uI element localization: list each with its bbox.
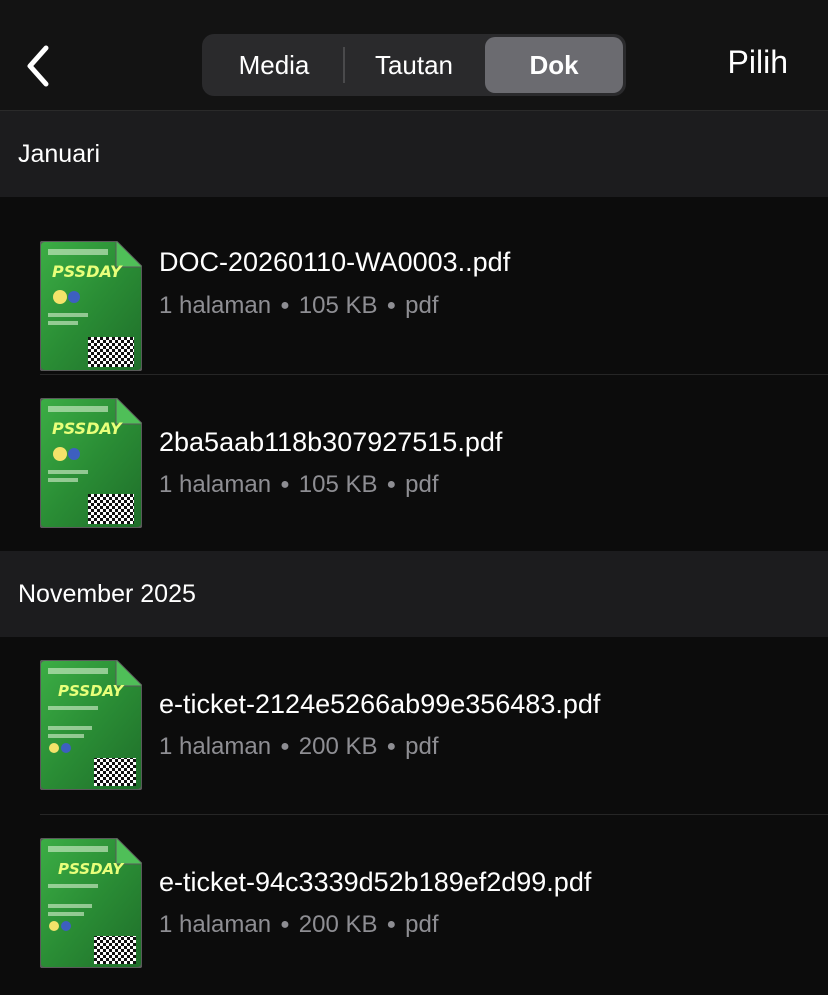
pdf-thumbnail: PSSDAY [40, 838, 142, 968]
file-meta: 1 halaman ● 105 KB ● pdf [159, 292, 439, 320]
file-type: pdf [405, 292, 439, 319]
thumbnail-label: PSSDAY [58, 682, 125, 700]
tab-tautan[interactable]: Tautan [345, 37, 483, 93]
document-item[interactable]: PSSDAY e-ticket-94c3339d52b189ef2d99.pdf… [0, 815, 828, 990]
meta-separator: ● [280, 297, 290, 314]
meta-separator: ● [280, 738, 290, 755]
file-meta: 1 halaman ● 200 KB ● pdf [159, 911, 439, 939]
file-size: 105 KB [298, 292, 378, 319]
back-button[interactable] [22, 44, 56, 88]
document-item[interactable]: PSSDAY DOC-20260110-WA0003..pdf 1 halama… [0, 197, 828, 374]
document-list: PSSDAY DOC-20260110-WA0003..pdf 1 halama… [0, 197, 828, 551]
page-count: 1 halaman [159, 733, 272, 760]
file-type: pdf [405, 733, 439, 760]
thumbnail-label: PSSDAY [52, 262, 123, 281]
top-bar: Media Tautan Dok Pilih [0, 0, 828, 111]
pdf-thumbnail: PSSDAY [40, 660, 142, 790]
meta-separator: ● [386, 297, 397, 314]
pdf-thumbnail: PSSDAY [40, 398, 142, 528]
file-type: pdf [405, 911, 439, 938]
segmented-control: Media Tautan Dok [202, 34, 626, 96]
document-list: PSSDAY e-ticket-2124e5266ab99e356483.pdf… [0, 637, 828, 990]
page-count: 1 halaman [159, 292, 272, 319]
file-meta: 1 halaman ● 105 KB ● pdf [159, 471, 439, 499]
file-size: 200 KB [298, 911, 378, 938]
file-name: e-ticket-2124e5266ab99e356483.pdf [159, 689, 601, 719]
pdf-thumbnail: PSSDAY [40, 241, 142, 371]
meta-separator: ● [386, 738, 397, 755]
meta-separator: ● [386, 916, 397, 933]
section-header-november-2025: November 2025 [0, 551, 828, 637]
chevron-left-icon [27, 45, 49, 87]
thumbnail-label: PSSDAY [52, 419, 123, 438]
document-item[interactable]: PSSDAY 2ba5aab118b307927515.pdf 1 halama… [0, 375, 828, 551]
meta-separator: ● [280, 916, 290, 933]
file-name: DOC-20260110-WA0003..pdf [159, 247, 511, 277]
file-name: 2ba5aab118b307927515.pdf [159, 427, 503, 457]
thumbnail-label: PSSDAY [58, 860, 125, 878]
page-count: 1 halaman [159, 471, 272, 498]
document-item[interactable]: PSSDAY e-ticket-2124e5266ab99e356483.pdf… [0, 637, 828, 814]
tab-dok[interactable]: Dok [485, 37, 623, 93]
file-meta: 1 halaman ● 200 KB ● pdf [159, 733, 439, 761]
file-size: 200 KB [298, 733, 378, 760]
select-button[interactable]: Pilih [728, 44, 788, 81]
file-name: e-ticket-94c3339d52b189ef2d99.pdf [159, 867, 592, 897]
file-type: pdf [405, 471, 439, 498]
tab-media[interactable]: Media [205, 37, 343, 93]
meta-separator: ● [386, 476, 397, 493]
page-count: 1 halaman [159, 911, 272, 938]
file-size: 105 KB [298, 471, 378, 498]
meta-separator: ● [280, 476, 290, 493]
section-header-januari: Januari [0, 111, 828, 197]
